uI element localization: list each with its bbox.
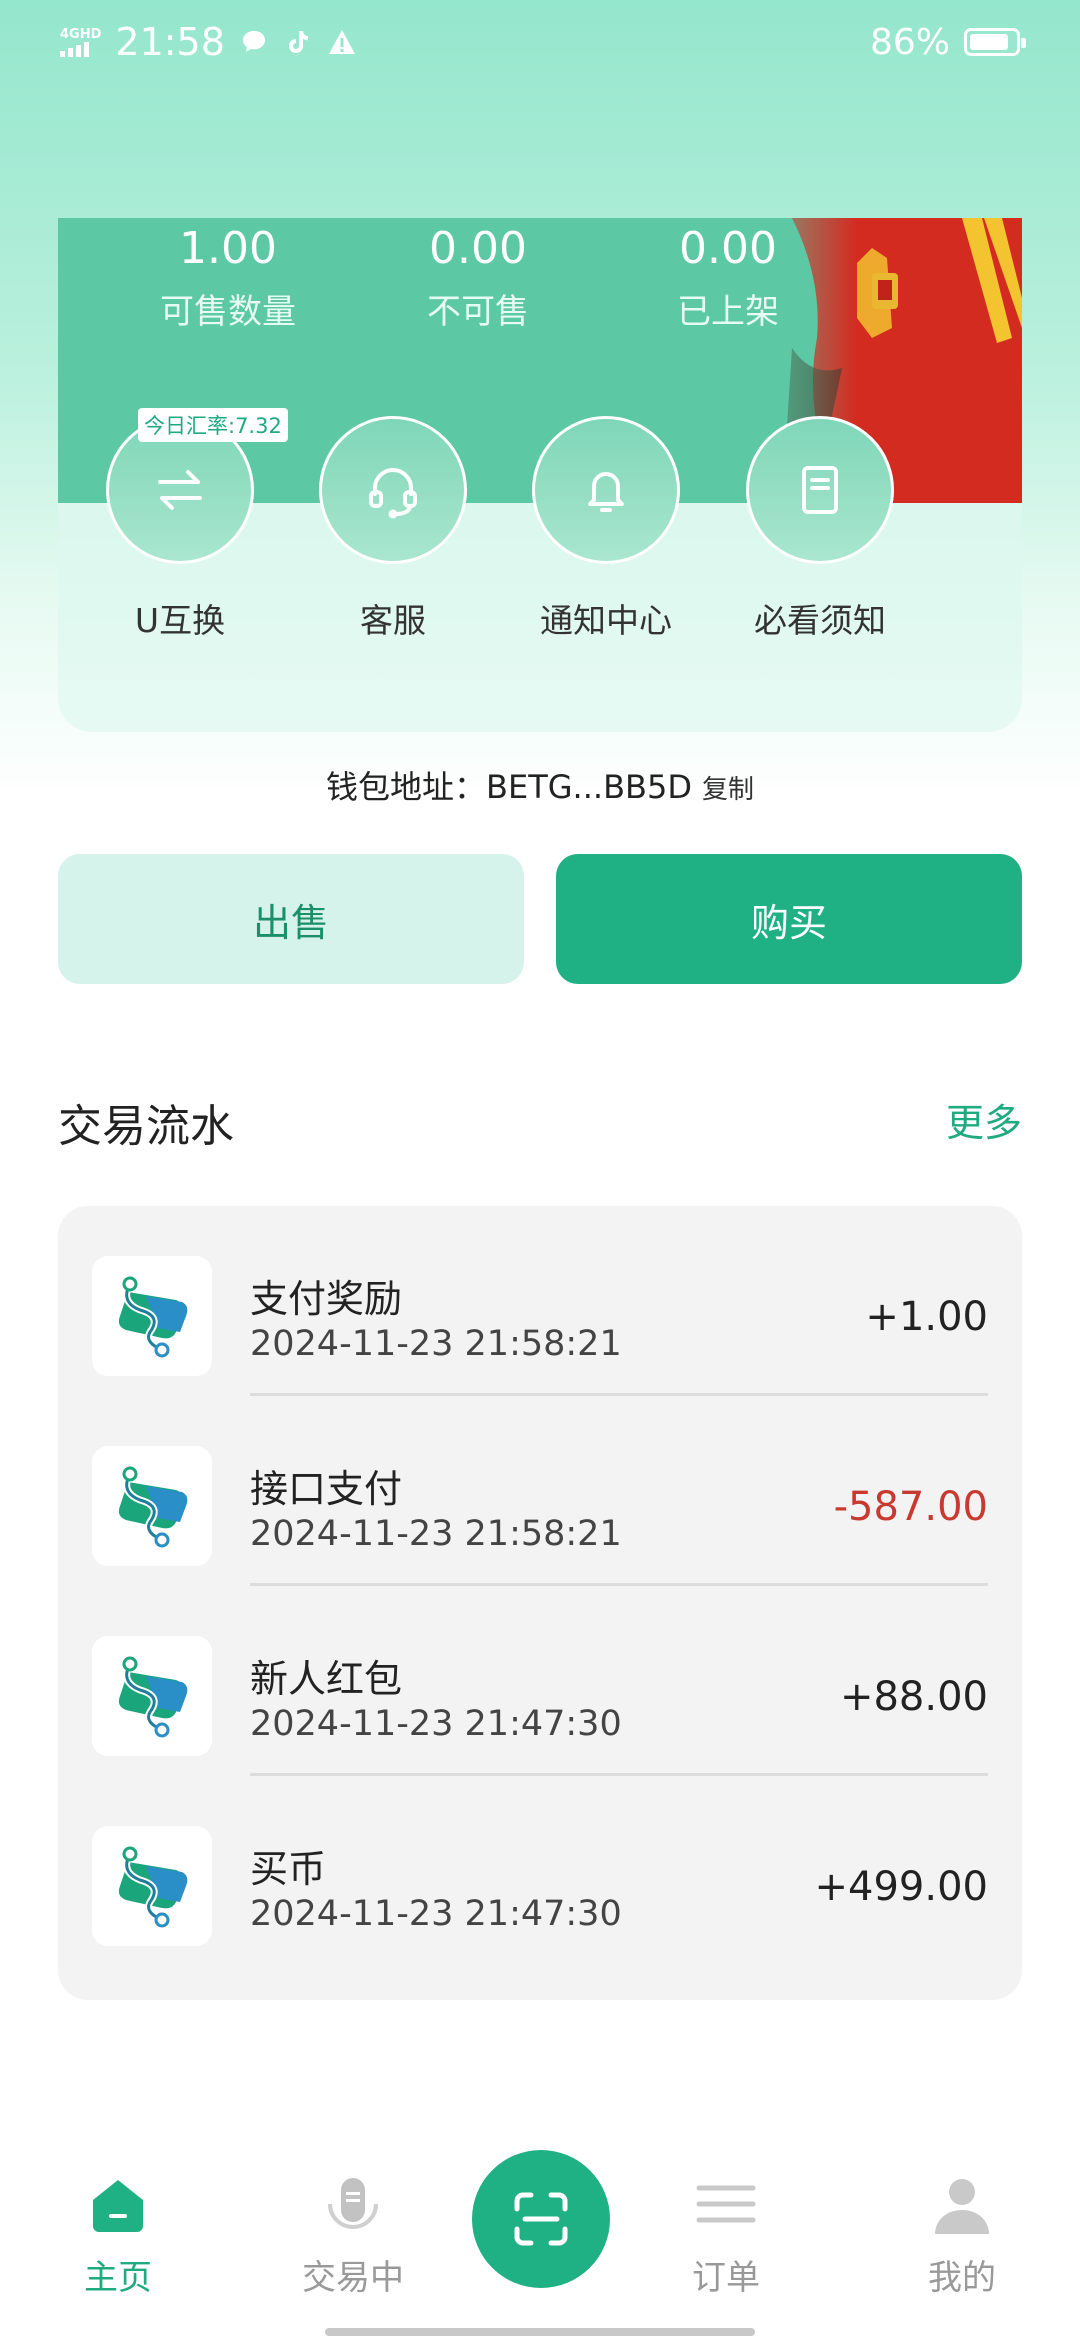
status-bar: 4GHD 21:58 86% [0,0,1080,84]
book-icon [746,416,894,564]
stat-value: 0.00 [679,223,777,274]
exchange-rate-badge: 今日汇率:7.32 [138,408,288,442]
transaction-row[interactable]: 买币 2024-11-23 21:47:30 +499.00 [58,1776,1022,1966]
transaction-name: 新人红包 [250,1657,403,1701]
tiktok-icon [283,27,313,57]
app-logo-icon [92,1826,212,1946]
tab-profile[interactable]: 我的 [872,2170,1052,2299]
message-icon [239,27,269,57]
stat-label: 可售数量 [160,292,296,332]
list-icon [691,2170,761,2240]
headset-icon [319,416,467,564]
stat-label: 不可售 [427,292,529,332]
status-time: 21:58 [115,20,225,64]
transaction-amount: +499.00 [814,1864,988,1910]
guide-label: 必看须知 [754,601,886,640]
transaction-amount: +1.00 [865,1294,988,1340]
swap-label: U互换 [134,601,226,640]
customer-service-label: 客服 [360,601,426,640]
home-indicator [325,2328,755,2336]
app-logo-icon [92,1636,212,1756]
tab-trading-label: 交易中 [302,2258,404,2298]
network-type: 4GHD [60,26,102,42]
transaction-name: 买币 [250,1847,327,1891]
home-icon [83,2170,153,2240]
bell-icon [532,416,680,564]
stat-item: 1.00 可售数量 [103,218,353,358]
stat-label: 已上架 [677,292,779,332]
customer-service-action[interactable]: 客服 [293,416,493,642]
guide-action[interactable]: 必看须知 [720,416,920,642]
transaction-time: 2024-11-23 21:58:21 [250,1324,622,1364]
buy-button[interactable]: 购买 [556,854,1022,984]
warning-icon [327,27,357,57]
network-icon: 4GHD [60,28,101,57]
more-link[interactable]: 更多 [946,1092,1022,1147]
notification-label: 通知中心 [540,601,672,640]
stat-value: 0.00 [429,223,527,274]
app-logo-icon [92,1446,212,1566]
balance-stats: 1.00 可售数量 0.00 不可售 0.00 已上架 [58,218,1022,358]
transaction-time: 2024-11-23 21:47:30 [250,1704,622,1744]
transaction-name: 接口支付 [250,1467,403,1511]
tab-profile-label: 我的 [928,2258,996,2298]
wallet-address: BETG...BB5D [486,768,692,806]
transaction-name: 支付奖励 [250,1277,403,1321]
transaction-amount: -587.00 [833,1484,988,1530]
transaction-time: 2024-11-23 21:47:30 [250,1894,622,1934]
quick-actions: 今日汇率:7.32 U互换 客服 通知中心 必看须知 [58,408,1022,656]
battery-percent: 86% [869,21,950,63]
transaction-row[interactable]: 支付奖励 2024-11-23 21:58:21 +1.00 [58,1206,1022,1396]
tab-trading[interactable]: 交易中 [263,2170,443,2299]
sell-button[interactable]: 出售 [58,854,524,984]
transaction-row[interactable]: 接口支付 2024-11-23 21:58:21 -587.00 [58,1396,1022,1586]
tab-orders-label: 订单 [692,2258,760,2298]
battery-level [970,34,1008,50]
stat-value: 1.00 [179,223,277,274]
scan-button[interactable] [472,2150,610,2288]
tab-home-label: 主页 [84,2258,152,2298]
tab-orders[interactable]: 订单 [636,2170,816,2299]
microphone-icon [318,2170,388,2240]
stat-item: 0.00 不可售 [353,218,603,358]
swap-action[interactable]: 今日汇率:7.32 U互换 [80,408,288,642]
copy-address-button[interactable]: 复制 [702,775,754,805]
app-logo-icon [92,1256,212,1376]
scan-icon [514,2192,568,2246]
transaction-row[interactable]: 新人红包 2024-11-23 21:47:30 +88.00 [58,1586,1022,1776]
user-icon [927,2170,997,2240]
transactions-title: 交易流水 [58,1101,234,1152]
wallet-label: 钱包地址： [326,768,487,806]
transactions-list: 支付奖励 2024-11-23 21:58:21 +1.00 接口支付 2024… [58,1206,1022,2000]
notification-action[interactable]: 通知中心 [506,416,706,642]
transaction-time: 2024-11-23 21:58:21 [250,1514,622,1554]
bottom-tab-bar: 主页 交易中 订单 我的 [0,2120,1080,2340]
transaction-amount: +88.00 [839,1674,988,1720]
wallet-address-line: 钱包地址：BETG...BB5D 复制 [0,762,1080,808]
stat-item: 0.00 已上架 [603,218,853,358]
tab-home[interactable]: 主页 [28,2170,208,2299]
account-banner: 1.00 可售数量 0.00 不可售 0.00 已上架 今日汇率:7.32 U互换 [58,218,1022,732]
battery-icon [964,28,1026,56]
